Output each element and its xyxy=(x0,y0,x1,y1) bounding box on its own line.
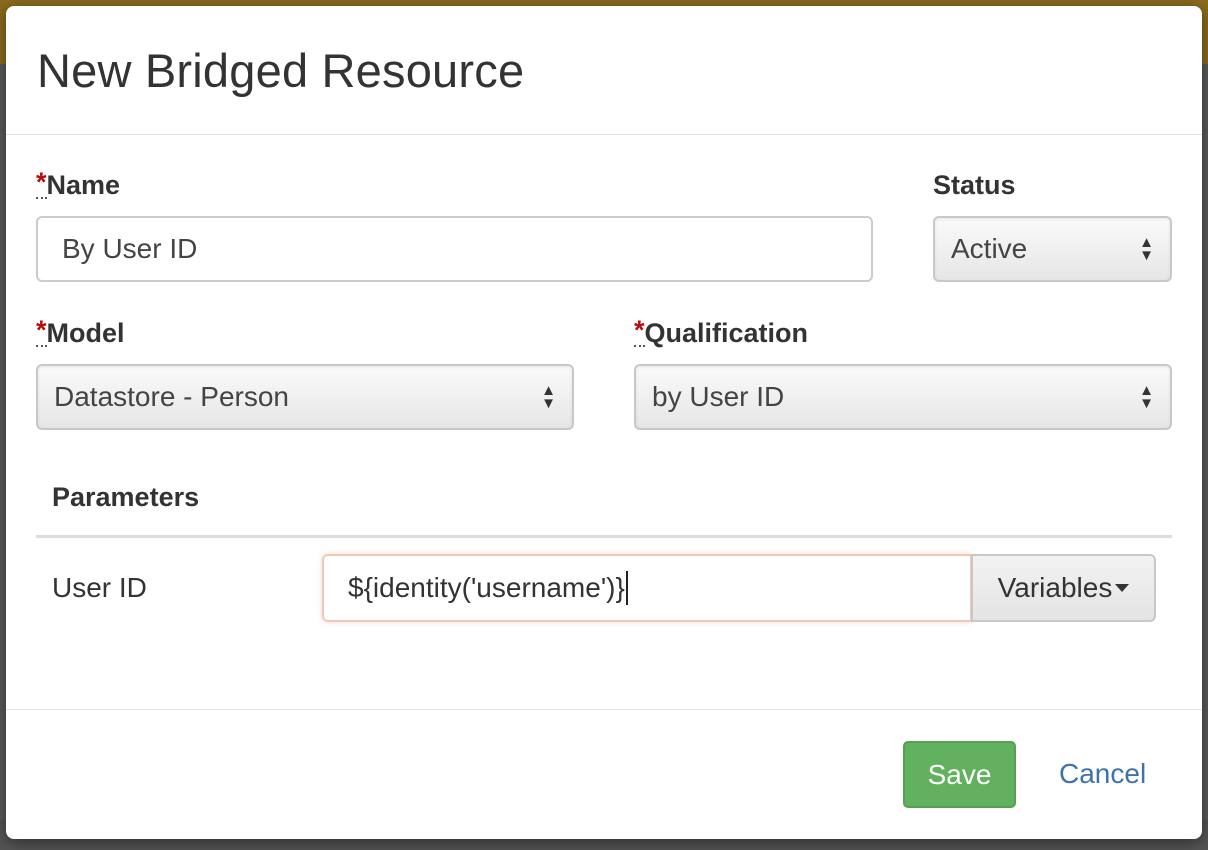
status-select[interactable]: Active ▲ ▼ xyxy=(933,216,1172,282)
save-button[interactable]: Save xyxy=(903,741,1016,808)
name-input[interactable]: By User ID xyxy=(36,216,873,282)
status-select-value: Active xyxy=(951,233,1028,264)
select-arrows-icon: ▲ ▼ xyxy=(541,382,556,412)
required-marker: * xyxy=(36,167,47,199)
variables-dropdown-button[interactable]: Variables xyxy=(971,554,1156,622)
select-arrows-icon: ▲ ▼ xyxy=(1139,234,1154,264)
name-label: * Name xyxy=(36,169,120,201)
param-label-user-id: User ID xyxy=(52,572,147,603)
model-select[interactable]: Datastore - Person ▲ ▼ xyxy=(36,364,574,430)
required-marker: * xyxy=(634,315,645,347)
modal-header: New Bridged Resource xyxy=(6,6,1202,135)
name-label-text: Name xyxy=(46,170,121,200)
text-caret xyxy=(625,571,628,605)
footer-divider xyxy=(6,709,1202,710)
caret-down-icon xyxy=(1115,584,1130,592)
param-input-user-id[interactable]: ${identity('username')} xyxy=(322,554,972,622)
name-input-value: By User ID xyxy=(62,233,198,264)
required-marker: * xyxy=(36,315,47,347)
parameters-divider xyxy=(36,535,1172,538)
model-label-text: Model xyxy=(46,318,125,348)
status-label-text: Status xyxy=(933,170,1016,200)
select-arrows-icon: ▲ ▼ xyxy=(1139,382,1154,412)
qualification-label-text: Qualification xyxy=(644,318,809,348)
model-select-value: Datastore - Person xyxy=(54,381,289,412)
qualification-select-value: by User ID xyxy=(652,381,785,412)
qualification-label: * Qualification xyxy=(634,317,808,349)
cancel-link[interactable]: Cancel xyxy=(1059,758,1146,790)
variables-button-label: Variables xyxy=(997,572,1113,603)
param-input-value: ${identity('username')} xyxy=(348,572,625,603)
qualification-select[interactable]: by User ID ▲ ▼ xyxy=(634,364,1172,430)
new-bridged-resource-modal: New Bridged Resource * Name By User ID S… xyxy=(6,6,1202,839)
modal-title: New Bridged Resource xyxy=(37,44,525,97)
parameters-heading: Parameters xyxy=(52,482,200,512)
model-label: * Model xyxy=(36,317,125,349)
status-label: Status xyxy=(933,169,1016,201)
